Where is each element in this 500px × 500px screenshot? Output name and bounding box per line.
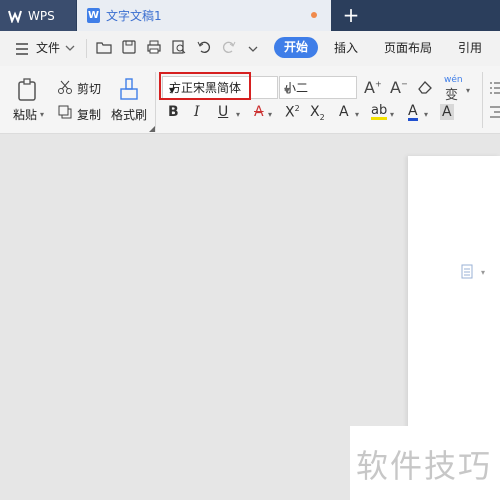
scissors-icon[interactable] bbox=[57, 79, 73, 95]
font-color-icon[interactable]: A bbox=[408, 104, 418, 121]
copy-label[interactable]: 复制 bbox=[77, 106, 101, 123]
character-shading-icon[interactable]: A bbox=[440, 104, 454, 120]
wps-logo-icon bbox=[8, 10, 22, 23]
paste-icon[interactable] bbox=[15, 77, 41, 103]
tab-wps-label: WPS bbox=[28, 8, 55, 23]
chevron-down-icon[interactable]: ▾ bbox=[481, 268, 485, 277]
highlight-box bbox=[159, 72, 251, 100]
tab-page-layout[interactable]: 页面布局 bbox=[384, 31, 432, 66]
print-icon[interactable] bbox=[146, 39, 162, 55]
cut-label[interactable]: 剪切 bbox=[77, 80, 101, 97]
unsaved-dot-icon bbox=[311, 12, 317, 18]
chevron-down-icon[interactable]: ▾ bbox=[466, 86, 470, 95]
italic-icon[interactable]: I bbox=[194, 104, 200, 120]
document-icon: W bbox=[87, 8, 100, 23]
divider bbox=[155, 72, 156, 128]
format-painter-icon[interactable] bbox=[118, 77, 140, 103]
chevron-down-icon[interactable]: ▾ bbox=[390, 110, 394, 119]
superscript-icon[interactable]: X2 bbox=[285, 104, 300, 121]
copy-icon[interactable] bbox=[57, 104, 73, 120]
chevron-down-icon[interactable] bbox=[64, 43, 76, 53]
open-folder-icon[interactable] bbox=[96, 39, 112, 55]
menu-bar: 文件 开始 插入 页面布局 引用 bbox=[0, 31, 500, 67]
divider bbox=[86, 39, 87, 58]
tab-wps-home[interactable]: WPS bbox=[0, 0, 76, 31]
print-preview-icon[interactable] bbox=[171, 39, 187, 55]
underline-icon[interactable]: U bbox=[218, 104, 228, 120]
bold-icon[interactable]: B bbox=[168, 104, 179, 120]
indent-icon[interactable] bbox=[490, 104, 500, 120]
increase-font-size-icon[interactable]: A+ bbox=[364, 78, 382, 97]
customize-dropdown-icon[interactable] bbox=[248, 44, 258, 54]
bullet-list-icon[interactable] bbox=[490, 80, 500, 96]
file-menu[interactable]: 文件 bbox=[36, 31, 60, 66]
subscript-icon[interactable]: X2 bbox=[310, 104, 325, 122]
chevron-down-icon[interactable]: ▾ bbox=[236, 110, 240, 119]
chevron-down-icon[interactable]: ▾ bbox=[268, 110, 272, 119]
chevron-down-icon[interactable]: ▾ bbox=[355, 110, 359, 119]
pinyin-guide-icon[interactable]: 变 bbox=[445, 84, 458, 103]
paste-dropdown-icon[interactable]: ▾ bbox=[40, 110, 44, 119]
text-effect-icon[interactable]: A bbox=[339, 104, 349, 120]
paragraph-layout-icon[interactable] bbox=[461, 264, 475, 280]
chevron-down-icon[interactable]: ▾ bbox=[284, 83, 352, 97]
tab-reference[interactable]: 引用 bbox=[458, 31, 482, 66]
divider bbox=[482, 72, 483, 128]
decrease-font-size-icon[interactable]: A− bbox=[390, 78, 408, 97]
chevron-down-icon[interactable]: ▾ bbox=[424, 110, 428, 119]
strikethrough-icon[interactable]: A bbox=[254, 104, 264, 120]
font-size-select[interactable]: 小二 ▾ bbox=[279, 76, 357, 99]
undo-icon[interactable] bbox=[196, 39, 212, 55]
tab-document[interactable]: W 文字文稿1 bbox=[77, 0, 331, 31]
format-painter-label[interactable]: 格式刷 bbox=[111, 106, 147, 123]
watermark-text: 软件技巧 bbox=[356, 447, 493, 485]
tab-start[interactable]: 开始 bbox=[274, 37, 318, 58]
tab-insert[interactable]: 插入 bbox=[334, 31, 358, 66]
highlight-color-icon[interactable]: ab bbox=[371, 104, 388, 120]
clear-format-icon[interactable] bbox=[416, 79, 434, 95]
paste-label[interactable]: 粘贴 bbox=[13, 106, 37, 123]
save-icon[interactable] bbox=[121, 39, 137, 55]
tab-document-label: 文字文稿1 bbox=[106, 9, 162, 23]
hamburger-menu-icon[interactable] bbox=[14, 41, 30, 57]
redo-icon[interactable] bbox=[221, 39, 237, 55]
new-tab-button[interactable]: + bbox=[340, 4, 362, 26]
